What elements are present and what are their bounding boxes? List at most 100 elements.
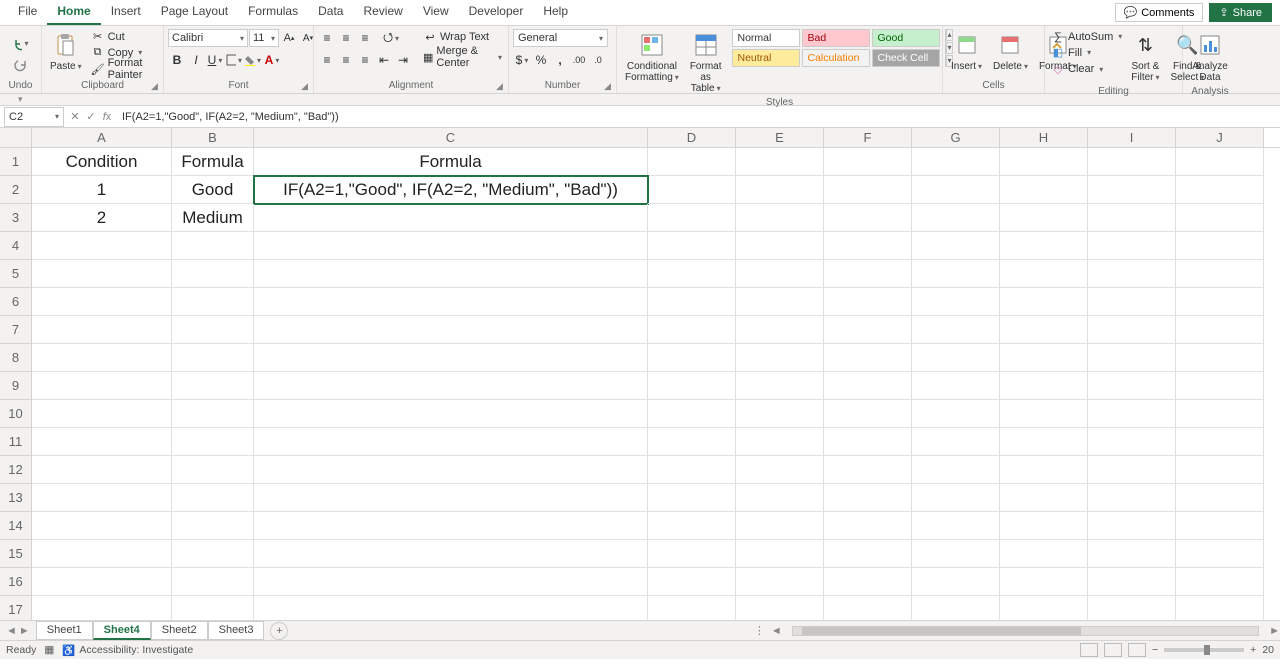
cell-G2[interactable] <box>912 176 1000 204</box>
increase-indent-button[interactable]: ⇥ <box>394 51 412 69</box>
cell-C15[interactable] <box>254 540 648 568</box>
cell-I5[interactable] <box>1088 260 1176 288</box>
column-header-A[interactable]: A <box>32 128 172 147</box>
cell-A3[interactable]: 2 <box>32 204 172 232</box>
menu-tab-help[interactable]: Help <box>533 0 578 25</box>
style-good[interactable]: Good <box>872 29 940 47</box>
cell-I1[interactable] <box>1088 148 1176 176</box>
cell-D9[interactable] <box>648 372 736 400</box>
cell-G17[interactable] <box>912 596 1000 620</box>
cell-D3[interactable] <box>648 204 736 232</box>
cell-A12[interactable] <box>32 456 172 484</box>
cell-E3[interactable] <box>736 204 824 232</box>
font-color-button[interactable]: A <box>263 51 281 69</box>
cell-J5[interactable] <box>1176 260 1264 288</box>
cell-B6[interactable] <box>172 288 254 316</box>
cell-I3[interactable] <box>1088 204 1176 232</box>
cell-C11[interactable] <box>254 428 648 456</box>
zoom-in-button[interactable]: + <box>1250 644 1256 656</box>
decrease-decimal-button[interactable]: .0 <box>589 51 607 69</box>
column-header-B[interactable]: B <box>172 128 254 147</box>
cell-F15[interactable] <box>824 540 912 568</box>
cell-H1[interactable] <box>1000 148 1088 176</box>
cell-D8[interactable] <box>648 344 736 372</box>
cell-J14[interactable] <box>1176 512 1264 540</box>
cell-E13[interactable] <box>736 484 824 512</box>
cell-F3[interactable] <box>824 204 912 232</box>
horizontal-scrollbar[interactable] <box>792 626 1259 636</box>
paste-button[interactable]: Paste <box>46 29 86 74</box>
column-header-C[interactable]: C <box>254 128 648 147</box>
menu-tab-page-layout[interactable]: Page Layout <box>151 0 238 25</box>
sheet-tab-sheet3[interactable]: Sheet3 <box>208 621 265 640</box>
cell-E11[interactable] <box>736 428 824 456</box>
cell-H4[interactable] <box>1000 232 1088 260</box>
undo-button[interactable] <box>12 35 30 53</box>
fill-color-button[interactable] <box>244 51 262 69</box>
cell-A13[interactable] <box>32 484 172 512</box>
cell-J9[interactable] <box>1176 372 1264 400</box>
cell-E7[interactable] <box>736 316 824 344</box>
row-header-11[interactable]: 11 <box>0 428 32 456</box>
cell-I17[interactable] <box>1088 596 1176 620</box>
cell-G15[interactable] <box>912 540 1000 568</box>
cell-B8[interactable] <box>172 344 254 372</box>
cell-J15[interactable] <box>1176 540 1264 568</box>
cell-F5[interactable] <box>824 260 912 288</box>
cell-J6[interactable] <box>1176 288 1264 316</box>
page-layout-view-button[interactable] <box>1104 643 1122 657</box>
column-header-I[interactable]: I <box>1088 128 1176 147</box>
cell-F16[interactable] <box>824 568 912 596</box>
menu-tab-file[interactable]: File <box>8 0 47 25</box>
menu-tab-formulas[interactable]: Formulas <box>238 0 308 25</box>
page-break-view-button[interactable] <box>1128 643 1146 657</box>
cell-B3[interactable]: Medium <box>172 204 254 232</box>
cell-E6[interactable] <box>736 288 824 316</box>
cell-H2[interactable] <box>1000 176 1088 204</box>
number-format-select[interactable]: General▾ <box>513 29 608 47</box>
cell-A11[interactable] <box>32 428 172 456</box>
style-bad[interactable]: Bad <box>802 29 870 47</box>
cell-C8[interactable] <box>254 344 648 372</box>
cell-H5[interactable] <box>1000 260 1088 288</box>
cell-B2[interactable]: Good <box>172 176 254 204</box>
row-header-3[interactable]: 3 <box>0 204 32 232</box>
cell-J7[interactable] <box>1176 316 1264 344</box>
cell-I10[interactable] <box>1088 400 1176 428</box>
cell-H16[interactable] <box>1000 568 1088 596</box>
cell-B17[interactable] <box>172 596 254 620</box>
fill-button[interactable]: ◧Fill <box>1049 45 1124 60</box>
decrease-indent-button[interactable]: ⇤ <box>375 51 393 69</box>
row-header-5[interactable]: 5 <box>0 260 32 288</box>
cell-F14[interactable] <box>824 512 912 540</box>
cell-J8[interactable] <box>1176 344 1264 372</box>
cell-A9[interactable] <box>32 372 172 400</box>
align-left-button[interactable]: ≡ <box>318 51 336 69</box>
cell-F10[interactable] <box>824 400 912 428</box>
cell-I15[interactable] <box>1088 540 1176 568</box>
cell-G10[interactable] <box>912 400 1000 428</box>
cell-D16[interactable] <box>648 568 736 596</box>
cell-F17[interactable] <box>824 596 912 620</box>
row-header-7[interactable]: 7 <box>0 316 32 344</box>
orientation-button[interactable]: ⭯ <box>382 29 400 47</box>
autosum-button[interactable]: ∑AutoSum <box>1049 29 1124 44</box>
cell-G12[interactable] <box>912 456 1000 484</box>
row-header-1[interactable]: 1 <box>0 148 32 176</box>
cell-B11[interactable] <box>172 428 254 456</box>
cell-H15[interactable] <box>1000 540 1088 568</box>
align-center-button[interactable]: ≡ <box>337 51 355 69</box>
column-header-J[interactable]: J <box>1176 128 1264 147</box>
cell-J12[interactable] <box>1176 456 1264 484</box>
row-header-14[interactable]: 14 <box>0 512 32 540</box>
cell-B12[interactable] <box>172 456 254 484</box>
cell-C7[interactable] <box>254 316 648 344</box>
cell-A7[interactable] <box>32 316 172 344</box>
cell-J2[interactable] <box>1176 176 1264 204</box>
normal-view-button[interactable] <box>1080 643 1098 657</box>
cell-B16[interactable] <box>172 568 254 596</box>
cell-J11[interactable] <box>1176 428 1264 456</box>
row-header-8[interactable]: 8 <box>0 344 32 372</box>
cell-C6[interactable] <box>254 288 648 316</box>
row-header-12[interactable]: 12 <box>0 456 32 484</box>
